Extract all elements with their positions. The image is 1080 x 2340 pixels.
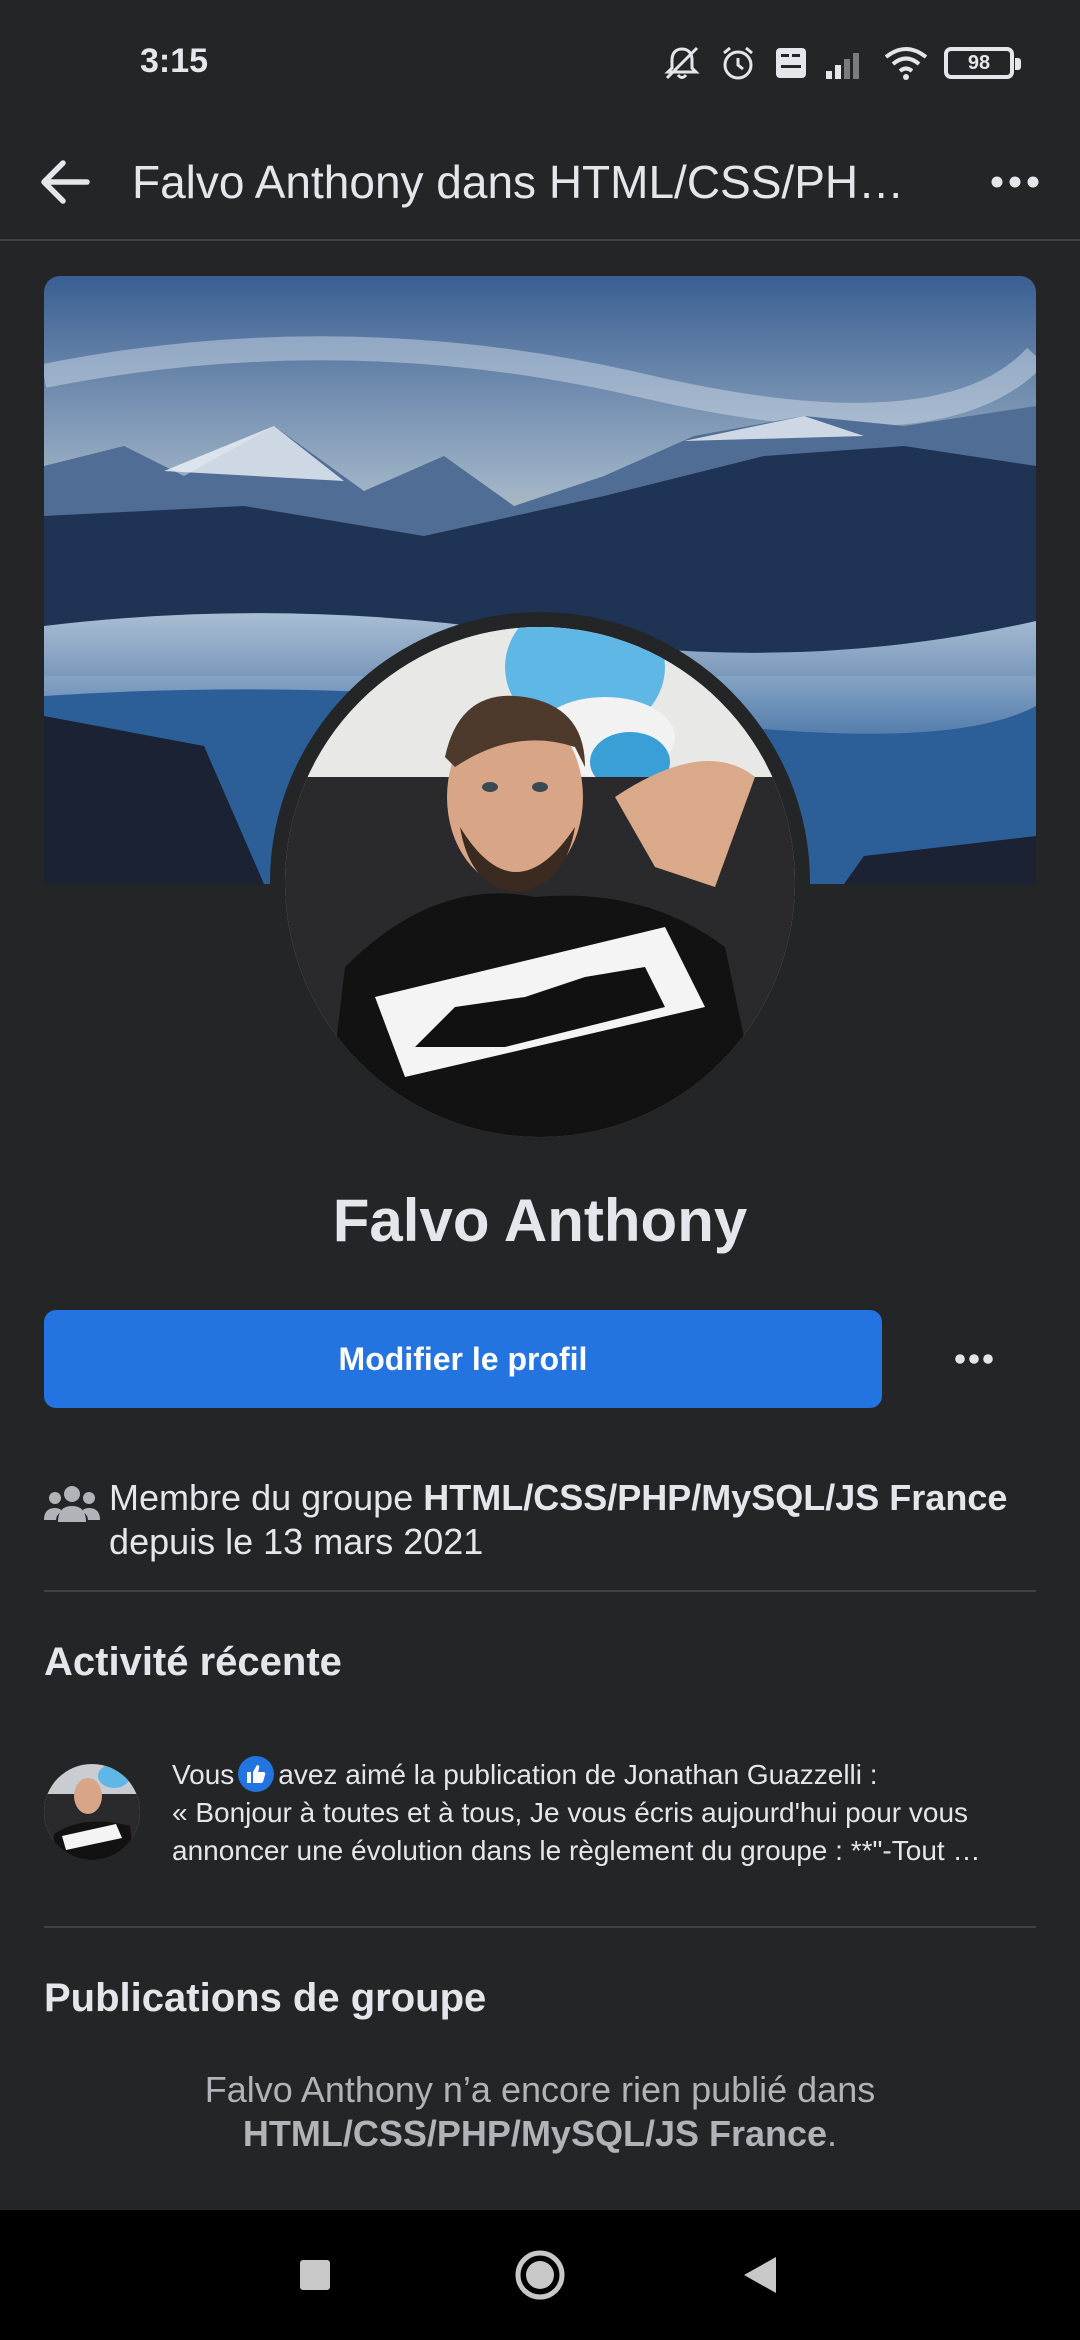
nav-recents-button[interactable] xyxy=(280,2240,350,2310)
profile-screen: 3:15 98 Falvo Anthony dans HTML/CSS/PHP/… xyxy=(0,0,1080,2340)
profile-more-button[interactable] xyxy=(912,1310,1036,1408)
membership-text: Membre du groupe HTML/CSS/PHP/MySQL/JS F… xyxy=(109,1477,1008,1562)
nav-home-button[interactable] xyxy=(505,2240,575,2310)
wifi-icon xyxy=(884,47,928,80)
alarm-icon xyxy=(723,46,753,80)
status-bar: 3:15 98 xyxy=(0,0,1080,125)
status-icons: 98 xyxy=(662,38,1021,88)
profile-avatar[interactable] xyxy=(270,612,810,1152)
divider xyxy=(44,1926,1036,1928)
avatar xyxy=(44,1764,140,1860)
activity-text: Vous avez aimé la publication de Jonathan… xyxy=(172,1756,992,1870)
like-thumb-icon xyxy=(238,1756,275,1792)
nav-back-button[interactable] xyxy=(725,2240,795,2310)
profile-picture xyxy=(285,627,795,1137)
more-dots-icon xyxy=(955,1354,993,1364)
divider xyxy=(44,1590,1036,1592)
header-more-button[interactable] xyxy=(980,147,1050,217)
notification-off-icon xyxy=(664,46,700,80)
recent-activity-title: Activité récente xyxy=(44,1640,342,1684)
nav-recents-icon xyxy=(300,2260,330,2290)
system-navigation-bar xyxy=(0,2210,1080,2340)
profile-name: Falvo Anthony xyxy=(332,1187,748,1254)
back-button[interactable] xyxy=(30,147,100,217)
activity-item[interactable]: Vous avez aimé la publication de Jonathan… xyxy=(44,1756,1036,1870)
signal-icon xyxy=(826,53,859,79)
status-time: 3:15 xyxy=(140,42,209,80)
edit-profile-button[interactable]: Modifier le profil xyxy=(44,1310,882,1408)
more-dots-icon xyxy=(991,176,1039,188)
back-arrow-icon xyxy=(41,160,90,204)
nav-home-icon xyxy=(515,2250,565,2300)
battery-level: 98 xyxy=(967,51,991,74)
group-posts-title: Publications de groupe xyxy=(44,1976,487,2020)
empty-posts-message: Falvo Anthony n’a encore rien publié dan… xyxy=(204,2069,876,2154)
membership-info: Membre du groupe HTML/CSS/PHP/MySQL/JS F… xyxy=(44,1476,1036,1564)
nav-back-icon xyxy=(744,2257,776,2293)
group-name-link[interactable]: HTML/CSS/PHP/MySQL/JS France xyxy=(423,1477,1007,1518)
page-title: Falvo Anthony dans HTML/CSS/PHP/MySQL/JS… xyxy=(132,156,932,208)
battery-icon: 98 xyxy=(944,47,1021,79)
volte-icon xyxy=(776,48,806,78)
members-group-icon xyxy=(44,1486,100,1522)
top-app-bar: Falvo Anthony dans HTML/CSS/PHP/MySQL/JS… xyxy=(0,125,1080,241)
